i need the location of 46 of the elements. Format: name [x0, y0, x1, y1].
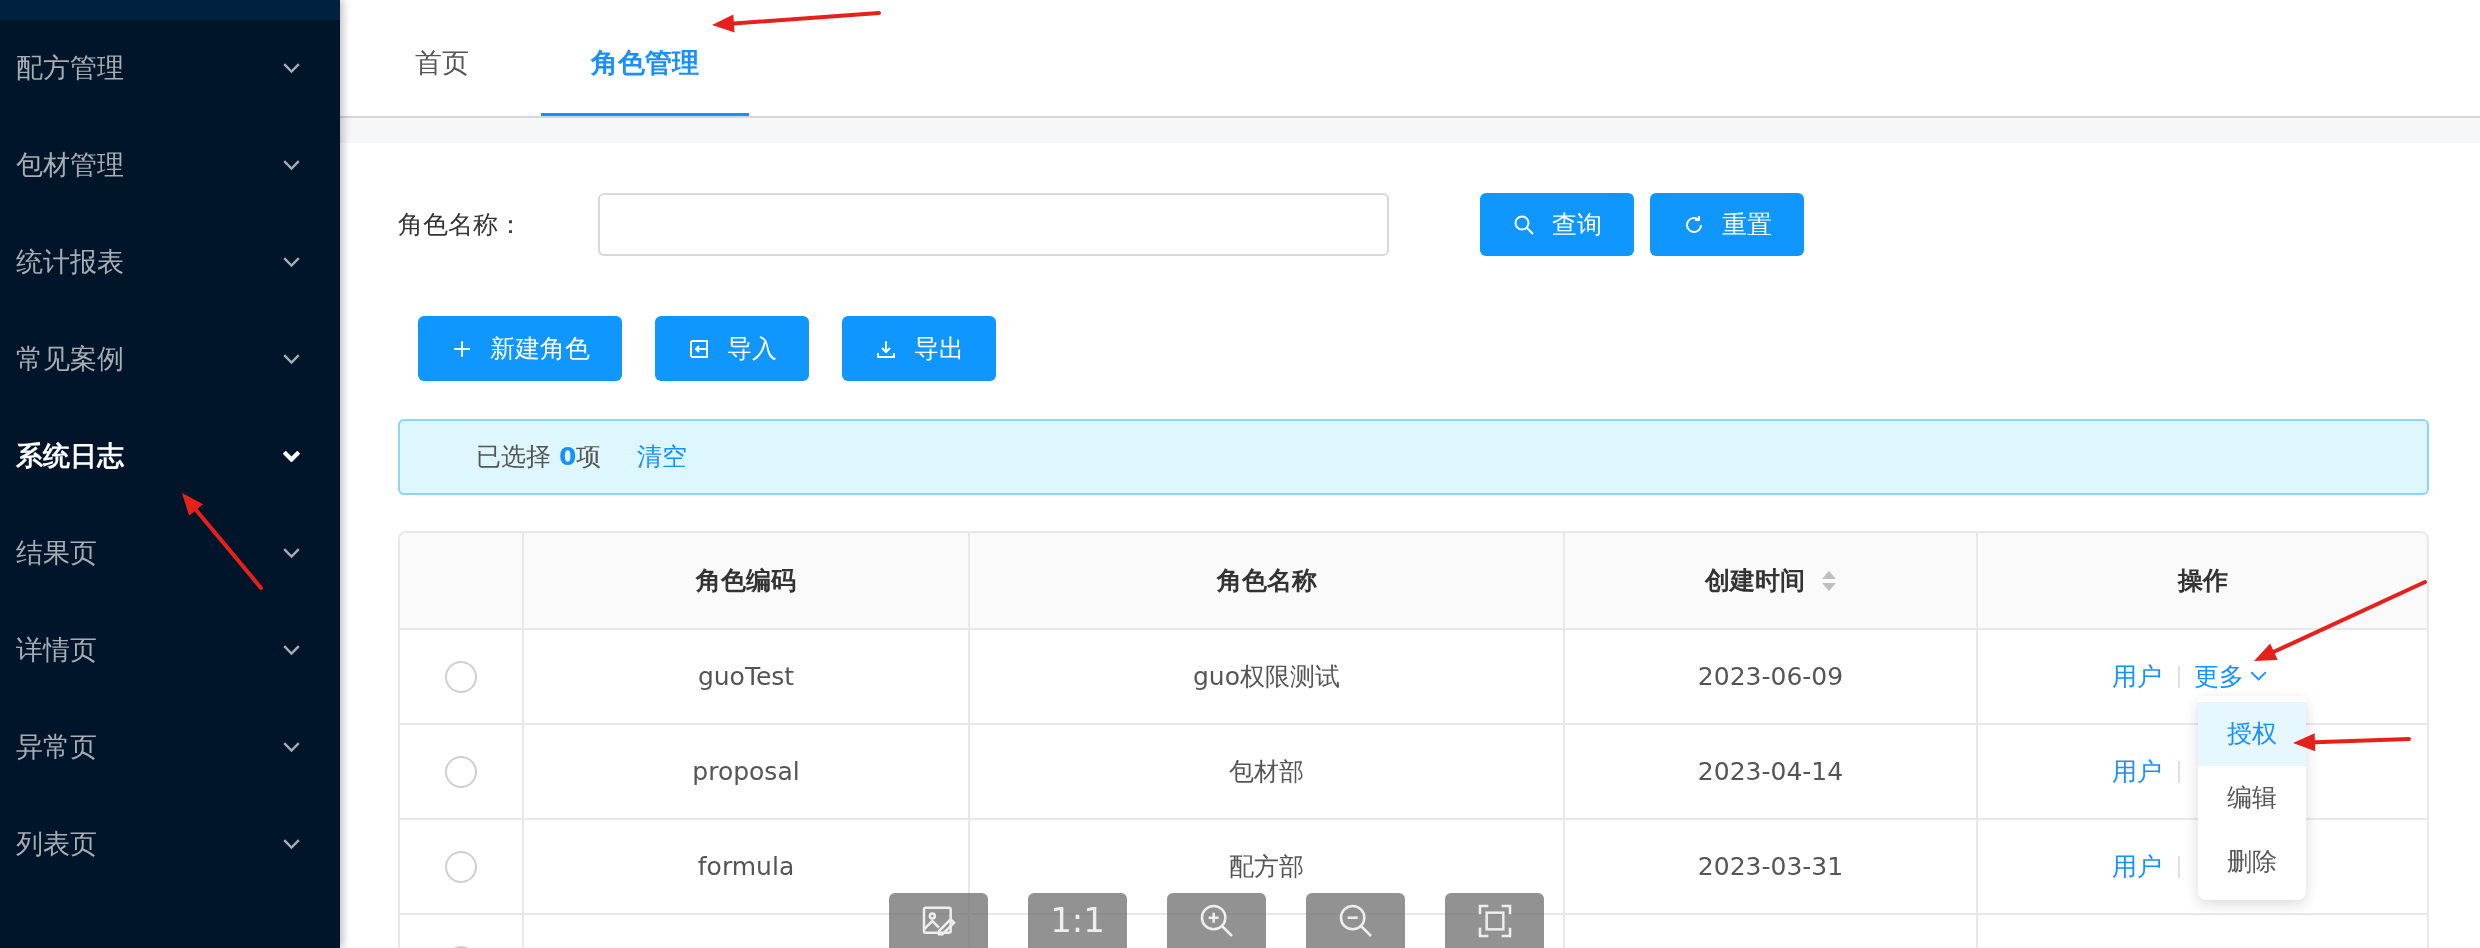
import-button[interactable]: 导入 [655, 316, 809, 381]
field-label: 角色名称： [398, 208, 524, 241]
column-header: 操作 [1976, 533, 2427, 628]
sidebar-item[interactable]: 包材管理 [0, 117, 340, 214]
sidebar-item-label: 常见案例 [16, 342, 124, 377]
table-cell: proposal [522, 725, 968, 818]
menu-item[interactable]: 删除 [2198, 830, 2306, 894]
sidebar-item[interactable]: 常见案例 [0, 311, 340, 408]
more-dropdown[interactable]: 更多 [2194, 657, 2267, 696]
menu-item[interactable]: 授权 [2198, 702, 2306, 766]
sidebar-item[interactable]: 异常页 [0, 699, 340, 796]
column-header: 角色名称 [968, 533, 1563, 628]
clear-link[interactable]: 清空 [637, 438, 688, 476]
sidebar-item[interactable]: 列表页 [0, 796, 340, 893]
menu-item[interactable]: 编辑 [2198, 766, 2306, 830]
table-cell: 2023-06-09 [1563, 630, 1976, 723]
table-cell: 2023-03-31 [1563, 820, 1976, 913]
reset-button[interactable]: 重置 [1650, 193, 1804, 256]
table-cell: guo权限测试 [968, 630, 1563, 723]
export-button[interactable]: 导出 [842, 316, 996, 381]
users-link[interactable]: 用户 [2112, 657, 2162, 696]
sidebar-item-label: 系统日志 [16, 439, 124, 474]
table-cell: 包材部 [968, 725, 1563, 818]
sidebar-item[interactable]: 配方管理 [0, 20, 340, 117]
sidebar-item[interactable]: 详情页 [0, 602, 340, 699]
tab[interactable]: 首页 [365, 14, 519, 116]
sidebar-item-label: 包材管理 [16, 148, 124, 183]
column-header-label: 创建时间 [1704, 564, 1805, 597]
sidebar-item-label: 统计报表 [16, 245, 124, 280]
table-cell: 2023-04-14 [1563, 725, 1976, 818]
sidebar-item-label: 异常页 [16, 730, 97, 765]
sidebar-item[interactable]: 系统日志 [0, 408, 340, 505]
sidebar-item-label: 详情页 [16, 633, 97, 668]
search-button[interactable]: 查询 [1480, 193, 1634, 256]
users-link[interactable]: 用户 [2112, 847, 2162, 886]
actual-size-button[interactable]: 1:1 [1028, 893, 1127, 948]
table-cell: guoTest [522, 630, 968, 723]
sidebar-item-label: 列表页 [16, 827, 97, 862]
new-role-button[interactable]: 新建角色 [418, 316, 622, 381]
sidebar-item[interactable]: 统计报表 [0, 214, 340, 311]
column-header: 角色编码 [522, 533, 968, 628]
selection-count-text: 已选择 0项 [476, 441, 602, 474]
sidebar-item-label: 配方管理 [16, 51, 124, 86]
users-link[interactable]: 用户 [2112, 752, 2162, 791]
sidebar-item-label: 结果页 [16, 536, 97, 571]
sidebar-item[interactable]: 结果页 [0, 505, 340, 602]
